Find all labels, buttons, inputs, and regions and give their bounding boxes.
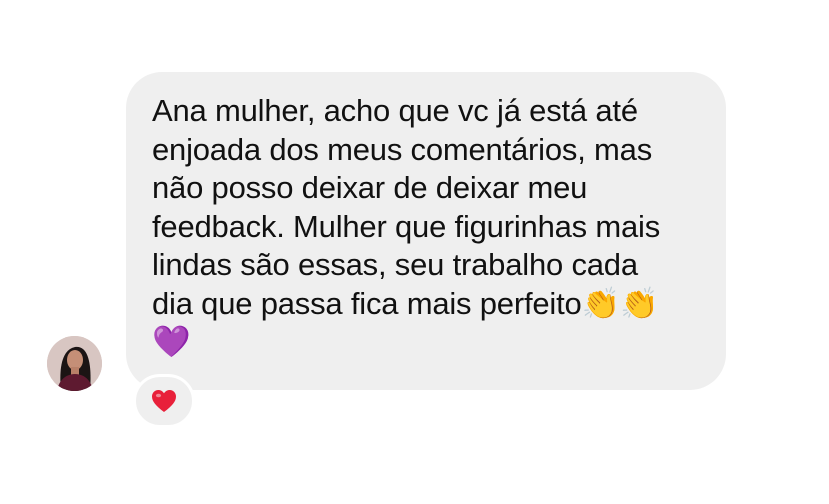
avatar-photo-icon (47, 336, 102, 391)
reaction-badge[interactable] (133, 374, 195, 428)
message-text: Ana mulher, acho que vc já está até enjo… (152, 93, 661, 359)
sender-avatar[interactable] (47, 336, 102, 391)
message-bubble[interactable]: Ana mulher, acho que vc já está até enjo… (126, 72, 726, 390)
red-heart-icon (152, 390, 176, 412)
